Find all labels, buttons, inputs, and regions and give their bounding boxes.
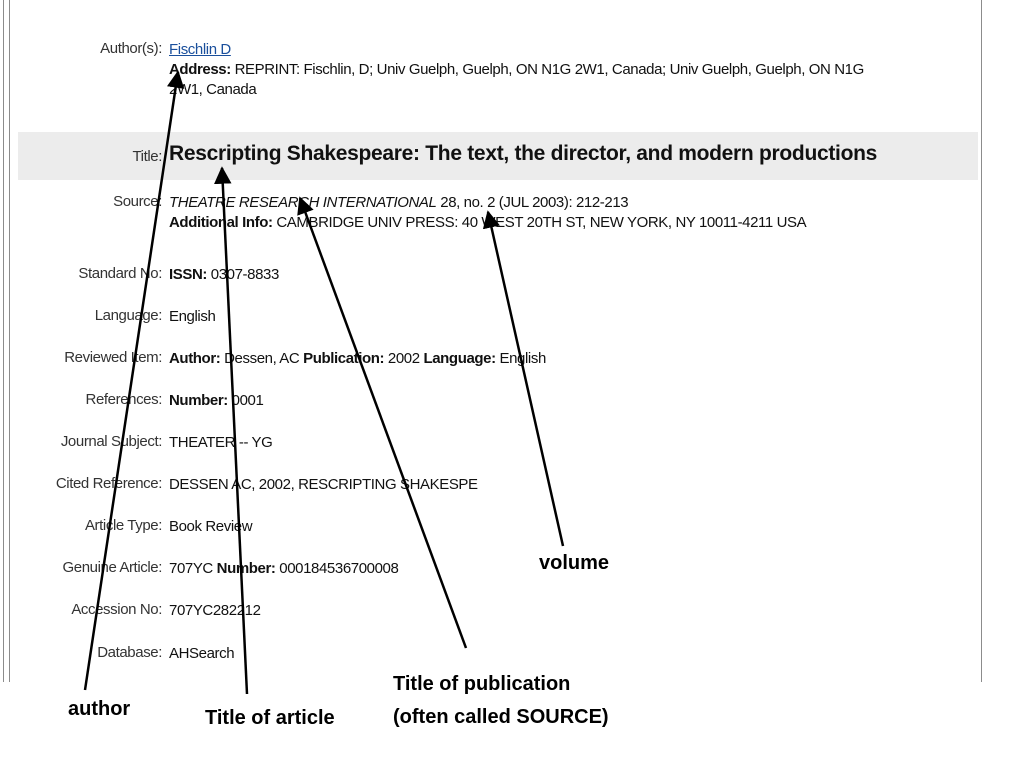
callout-volume: volume [539,552,610,574]
reviewed-author-key: Author: [169,350,221,367]
genuine-article-label: Genuine Article: [62,559,163,576]
article-title: Rescripting Shakespeare: The text, the d… [169,142,878,165]
author-label: Author(s): [100,40,162,57]
author-value: Fischlin D Address: REPRINT: Fischlin, D… [169,40,984,100]
article-type-value: Book Review [169,518,253,535]
author-link[interactable]: Fischlin D [169,41,231,58]
callout-title-of-article: Title of article [205,707,335,729]
database-value: AHSearch [169,645,235,662]
callout-title-of-publication-2: (often called SOURCE) [393,706,609,728]
standard-no-label: Standard No: [78,265,162,282]
article-type-label: Article Type: [84,517,162,534]
language-value: English [169,308,216,325]
reviewed-language-value: English [495,350,546,367]
genuine-article-id: 707YC [169,560,217,577]
reviewed-item-label: Reviewed Item: [64,349,162,366]
source-detail: 28, no. 2 (JUL 2003): 212-213 [436,194,629,211]
address-line-1: REPRINT: Fischlin, D; Univ Guelph, Guelp… [230,61,865,78]
additional-info-value: CAMBRIDGE UNIV PRESS: 40 WEST 20TH ST, N… [272,214,807,231]
issn-value: 0307-8833 [207,266,280,283]
source-label: Source: [113,193,162,210]
cited-reference-label: Cited Reference: [55,475,163,492]
additional-info-key: Additional Info: [169,214,273,231]
issn-key: ISSN: [169,266,208,283]
accession-no-label: Accession No: [71,601,162,618]
callout-author: author [68,698,131,720]
references-number-key: Number: [169,392,228,409]
genuine-article-number-key: Number: [216,560,276,577]
reviewed-author-value: Dessen, AC [220,350,304,367]
journal-name: THEATRE RESEARCH INTERNATIONAL [169,194,437,211]
database-label: Database: [97,644,162,661]
journal-subject-label: Journal Subject: [60,433,163,450]
journal-subject-value: THEATER -- YG [169,434,273,451]
reviewed-publication-key: Publication: [303,350,385,367]
genuine-article-number-value: 000184536700008 [275,560,399,577]
citation-record: Author(s): Fischlin D Address: REPRINT: … [0,0,1024,682]
callout-title-of-publication-1: Title of publication [393,673,571,695]
title-label: Title: [132,148,162,165]
reviewed-publication-value: 2002 [384,350,424,367]
references-label: References: [85,391,163,408]
address-key: Address: [169,61,231,78]
accession-no-value: 707YC282212 [169,602,261,619]
language-label: Language: [94,307,163,324]
source-value: THEATRE RESEARCH INTERNATIONAL 28, no. 2… [169,193,984,233]
references-number-value: 0001 [227,392,264,409]
address-line-2: 2W1, Canada [169,81,257,98]
cited-reference-value: DESSEN AC, 2002, RESCRIPTING SHAKESPE [169,476,478,493]
reviewed-language-key: Language: [423,350,496,367]
